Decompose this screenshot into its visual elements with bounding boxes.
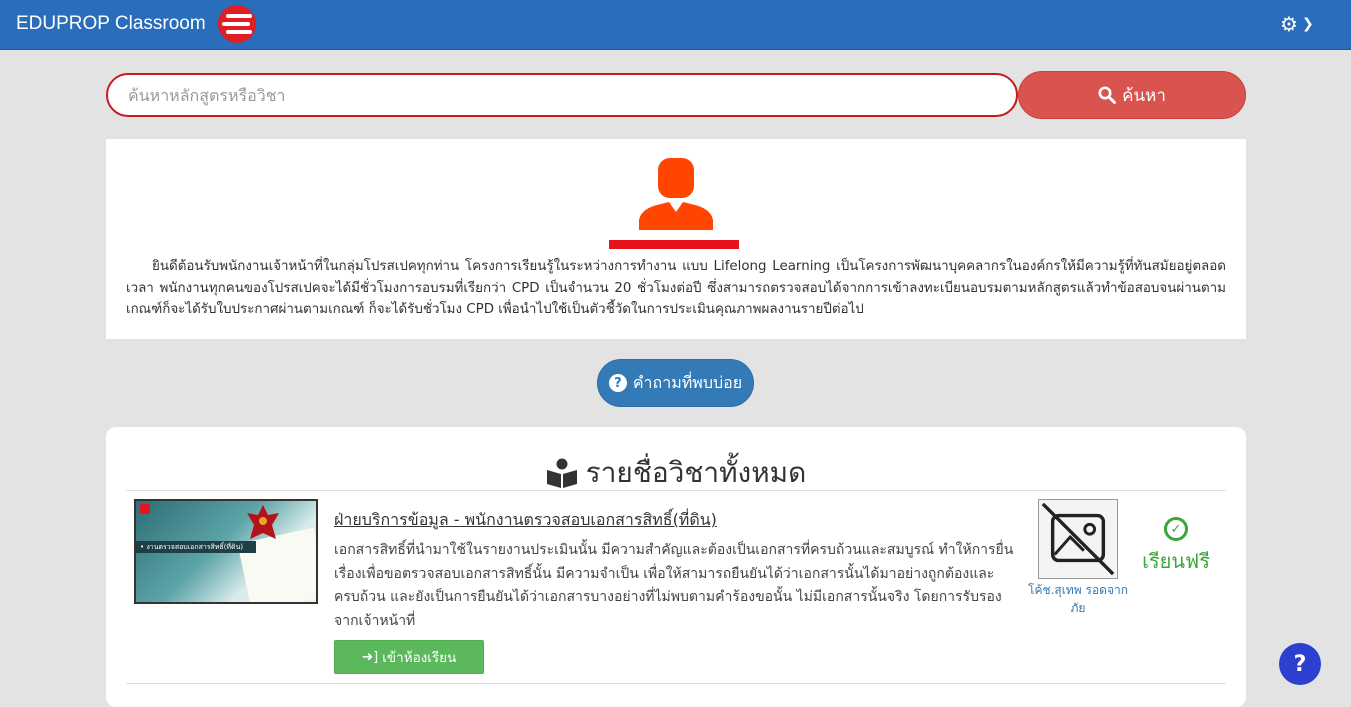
garuda-emblem-icon xyxy=(247,505,279,539)
search-button[interactable]: ค้นหา xyxy=(1018,71,1246,119)
course-list-heading: รายชื่อวิชาทั้งหมด xyxy=(106,451,1246,495)
free-badge: ✓ เรียนฟรี xyxy=(1134,517,1218,577)
search-input[interactable] xyxy=(106,73,1018,117)
check-circle-icon: ✓ xyxy=(1164,517,1188,541)
eduprop-logo-icon xyxy=(218,5,256,43)
no-image-icon[interactable] xyxy=(1038,499,1118,579)
course-list-title: รายชื่อวิชาทั้งหมด xyxy=(585,456,807,489)
faq-button-label: คำถามที่พบบ่อย xyxy=(632,372,743,392)
chevron-down-icon: ❯ xyxy=(1301,16,1314,32)
gear-icon: ⚙ xyxy=(1280,12,1298,36)
instructor-name-link[interactable]: โค้ช.สุเทพ รอดจากภัย xyxy=(1026,581,1130,617)
search-button-label: ค้นหา xyxy=(1122,85,1166,106)
course-title-link[interactable]: ฝ่ายบริการข้อมูล - พนักงานตรวจสอบเอกสารส… xyxy=(334,508,717,533)
book-reader-icon xyxy=(546,458,577,488)
brand-badge-icon xyxy=(140,504,150,514)
question-icon: ? xyxy=(1293,651,1307,677)
sign-in-icon: ➜] xyxy=(361,649,379,665)
user-icon xyxy=(639,158,713,230)
thumbnail-text: • งานตรวจสอบเอกสารสิทธิ์(ที่ดิน) xyxy=(140,543,244,551)
help-button[interactable]: ? xyxy=(1279,643,1321,685)
welcome-text: ยินดีต้อนรับพนักงานเจ้าหน้าที่ในกลุ่มโปร… xyxy=(126,259,1226,317)
divider xyxy=(126,683,1226,684)
course-list-panel: รายชื่อวิชาทั้งหมด • งานตรวจสอบเอกสารสิท… xyxy=(106,427,1246,707)
settings-menu-button[interactable]: ⚙ ❯ xyxy=(1280,12,1314,36)
course-description: เอกสารสิทธิ์ที่นำมาใช้ในรายงานประเมินนั้… xyxy=(334,542,1014,629)
course-thumbnail[interactable]: • งานตรวจสอบเอกสารสิทธิ์(ที่ดิน) xyxy=(134,499,318,604)
name-highlight-bar xyxy=(609,240,739,249)
question-circle-icon: ? xyxy=(608,374,627,392)
welcome-panel: ยินดีต้อนรับพนักงานเจ้าหน้าที่ในกลุ่มโปร… xyxy=(106,139,1246,339)
search-icon xyxy=(1098,86,1117,104)
free-label: เรียนฟรี xyxy=(1142,549,1210,573)
divider xyxy=(126,490,1226,491)
faq-button[interactable]: ? คำถามที่พบบ่อย xyxy=(597,359,754,407)
enter-classroom-button[interactable]: ➜] เข้าห้องเรียน xyxy=(334,640,484,674)
top-navbar: EDUPROP Classroom ⚙ ❯ xyxy=(0,0,1351,50)
brand-title[interactable]: EDUPROP Classroom xyxy=(16,13,206,35)
enter-classroom-label: เข้าห้องเรียน xyxy=(382,650,457,666)
